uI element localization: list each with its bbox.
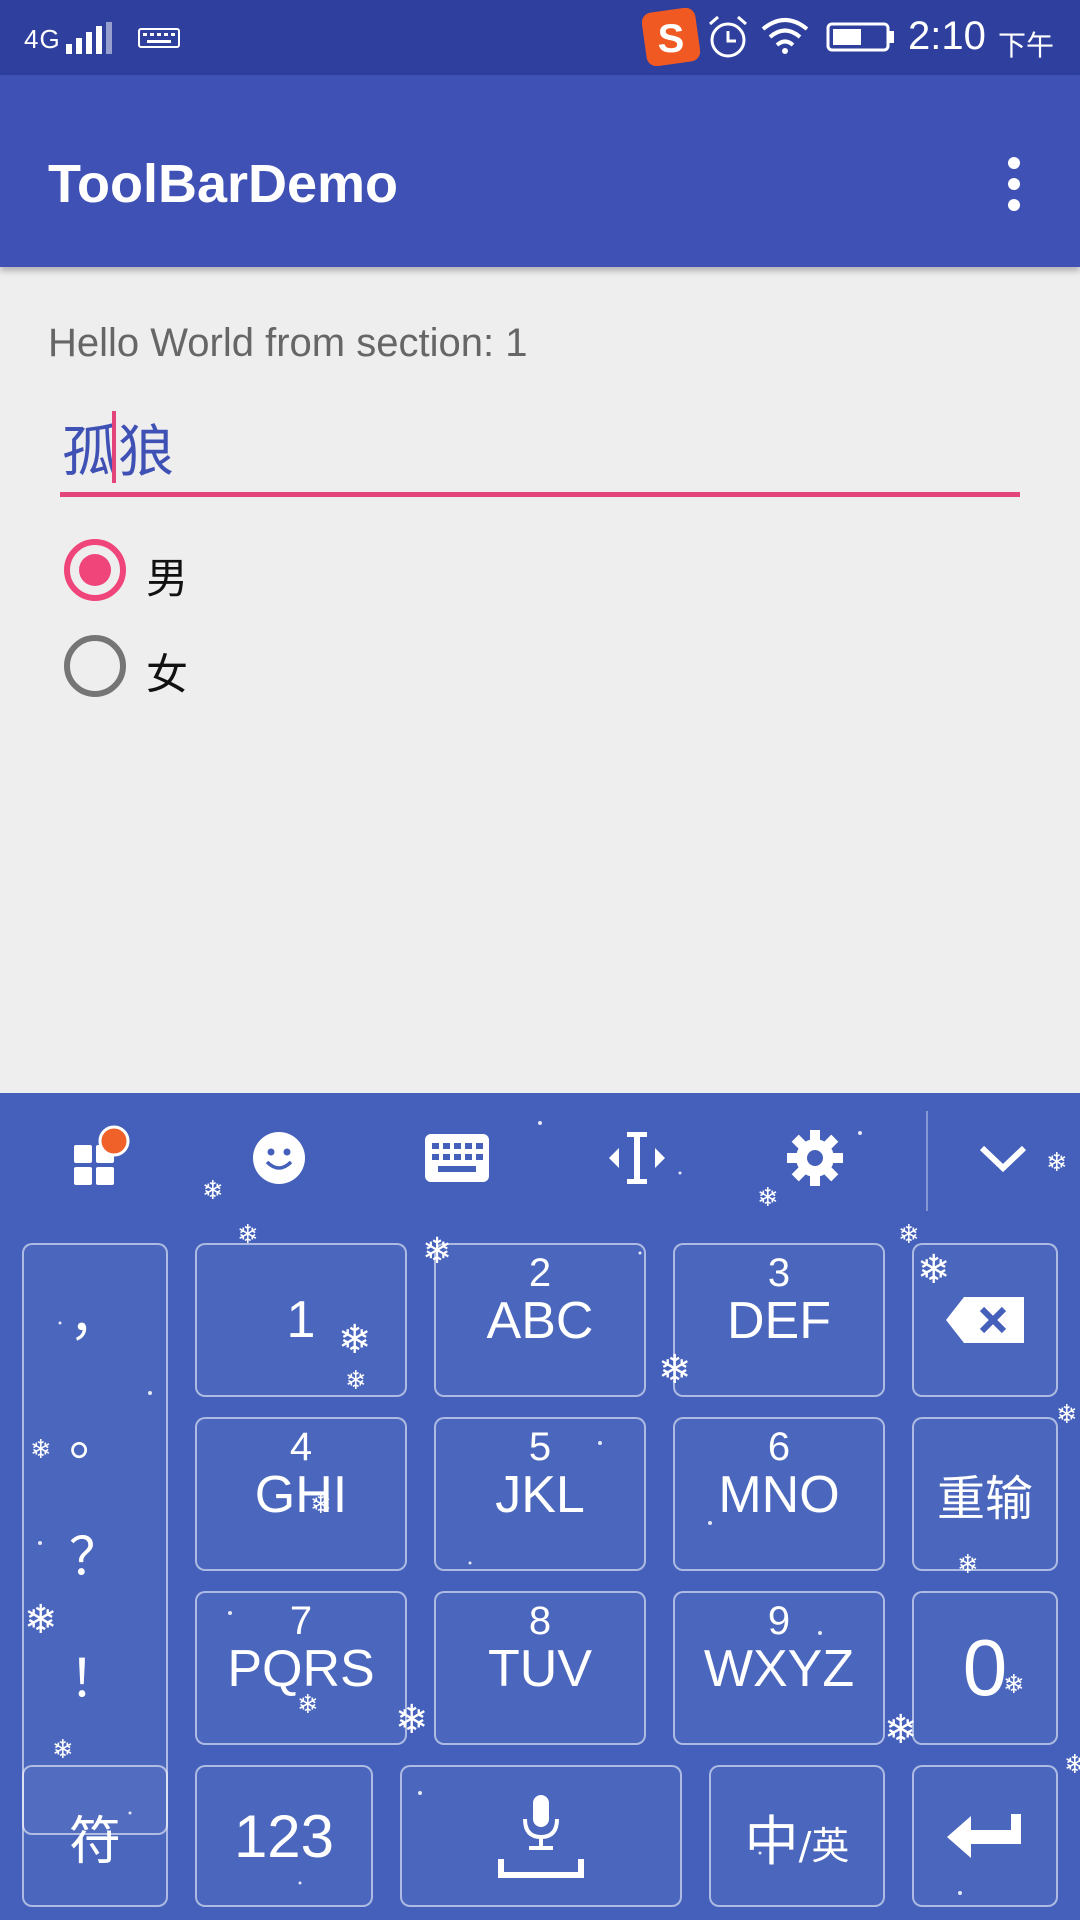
- key-3[interactable]: 3 DEF: [673, 1243, 885, 1397]
- key-2-num: 2: [528, 1251, 552, 1295]
- key-5[interactable]: 5 JKL: [434, 1417, 646, 1571]
- svg-text:S: S: [658, 17, 685, 61]
- network-type: 4G: [24, 24, 61, 54]
- keyboard-icon[interactable]: [422, 1123, 492, 1193]
- key-7-letters: PQRS: [227, 1640, 375, 1698]
- radio-male[interactable]: 男: [64, 539, 364, 603]
- key-3-letters: DEF: [727, 1292, 831, 1350]
- backspace-icon: [914, 1245, 1056, 1395]
- enter-key[interactable]: [912, 1765, 1058, 1907]
- svg-text:❄: ❄: [1056, 1400, 1078, 1430]
- radio-unchecked-icon: [64, 635, 126, 697]
- apps-icon[interactable]: [64, 1123, 134, 1193]
- key-4-num: 4: [289, 1425, 313, 1469]
- cursor-move-icon[interactable]: [602, 1123, 672, 1193]
- toolbar-title: ToolBarDemo: [48, 154, 399, 214]
- key-9[interactable]: 9 WXYZ: [673, 1591, 885, 1745]
- space-voice-key[interactable]: [400, 1765, 682, 1907]
- key-5-num: 5: [528, 1425, 552, 1469]
- key-9-letters: WXYZ: [703, 1640, 855, 1698]
- ime-keyboard: ❄ ❄ ❄ ❄ ❄ ❄ ❄ ❄ ❄ ❄ ❄ ❄ ❄ ❄ ❄ ❄ ❄ ❄ ❄ ❄ ❄: [0, 1093, 1080, 1920]
- reset-key-label: 重输: [936, 1471, 1033, 1527]
- overflow-menu-icon[interactable]: [990, 151, 1038, 221]
- emoji-icon[interactable]: [244, 1123, 314, 1193]
- punct-period[interactable]: 。: [24, 1395, 166, 1470]
- clock-time: 2:10: [908, 14, 986, 58]
- radio-label-male: 男: [146, 554, 189, 603]
- key-8[interactable]: 8 TUV: [434, 1591, 646, 1745]
- key-1-label: 1: [286, 1291, 316, 1349]
- status-bar: 4G S 2:10 下午: [0, 0, 1080, 75]
- backspace-key[interactable]: [912, 1243, 1058, 1397]
- keyboard-status-icon: [138, 28, 180, 48]
- alarm-icon: [709, 15, 747, 58]
- clock-ampm: 下午: [998, 30, 1055, 61]
- collapse-chevron-icon[interactable]: [968, 1123, 1038, 1193]
- radio-label-female: 女: [146, 650, 189, 699]
- lang-alt-label: /英: [798, 1823, 850, 1868]
- punctuation-column[interactable]: ， 。 ？ ！: [22, 1243, 168, 1835]
- svg-text:❄: ❄: [1064, 1750, 1080, 1780]
- language-toggle-label: 中/英: [711, 1767, 883, 1905]
- radio-female[interactable]: 女: [64, 635, 364, 699]
- symbols-key[interactable]: 符: [22, 1765, 168, 1907]
- numbers-key-label: 123: [233, 1802, 335, 1870]
- text-cursor: [112, 411, 116, 483]
- sogou-input-icon: S: [642, 8, 700, 66]
- key-4[interactable]: 4 GHI: [195, 1417, 407, 1571]
- microphone-space-icon: [402, 1767, 680, 1905]
- punct-question[interactable]: ？: [24, 1515, 166, 1590]
- svg-text:❄: ❄: [1046, 1148, 1068, 1178]
- key-0-label: 0: [962, 1623, 1008, 1712]
- svg-text:❄: ❄: [757, 1183, 779, 1213]
- key-7-num: 7: [289, 1599, 313, 1643]
- wifi-icon: [761, 18, 809, 54]
- svg-text:❄: ❄: [202, 1176, 224, 1206]
- toolbar-divider: [926, 1111, 928, 1211]
- app-toolbar: ToolBarDemo: [0, 75, 1080, 267]
- main-content: Hello World from section: 1 孤狼 男 女: [0, 267, 1080, 1093]
- key-2-letters: ABC: [486, 1292, 594, 1350]
- section-label: Hello World from section: 1: [48, 321, 528, 365]
- punct-exclaim[interactable]: ！: [24, 1637, 166, 1712]
- key-5-letters: JKL: [495, 1466, 585, 1524]
- key-3-num: 3: [767, 1251, 791, 1295]
- settings-icon[interactable]: [780, 1123, 850, 1193]
- battery-icon: [826, 22, 894, 52]
- key-6[interactable]: 6 MNO: [673, 1417, 885, 1571]
- lang-main-label: 中: [744, 1809, 799, 1873]
- key-1[interactable]: 1: [195, 1243, 407, 1397]
- text-input-field[interactable]: 孤狼: [60, 407, 1020, 497]
- enter-icon: [914, 1767, 1056, 1905]
- key-9-num: 9: [767, 1599, 791, 1643]
- key-8-num: 8: [528, 1599, 552, 1643]
- signal-strength-icon: [66, 22, 112, 54]
- punct-comma[interactable]: ，: [24, 1275, 166, 1350]
- key-7[interactable]: 7 PQRS: [195, 1591, 407, 1745]
- key-0[interactable]: 0: [912, 1591, 1058, 1745]
- key-6-num: 6: [767, 1425, 791, 1469]
- key-2[interactable]: 2 ABC: [434, 1243, 646, 1397]
- numbers-key[interactable]: 123: [195, 1765, 373, 1907]
- language-toggle-key[interactable]: 中/英: [709, 1765, 885, 1907]
- key-6-letters: MNO: [718, 1466, 840, 1524]
- text-input-value: 孤狼: [62, 420, 174, 485]
- key-8-letters: TUV: [488, 1640, 592, 1698]
- symbols-key-label: 符: [68, 1811, 121, 1872]
- reset-key[interactable]: 重输: [912, 1417, 1058, 1571]
- key-4-letters: GHI: [254, 1466, 348, 1524]
- radio-checked-icon: [64, 539, 126, 601]
